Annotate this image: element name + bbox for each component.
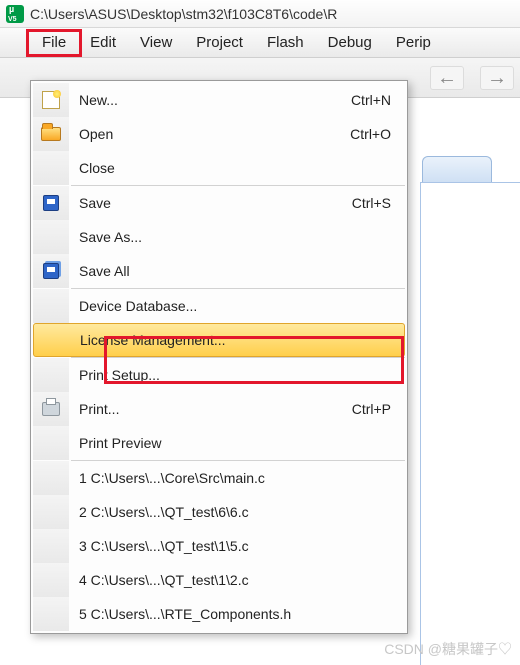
menuitem-print-setup[interactable]: Print Setup... [33, 358, 405, 392]
file-dropdown: New... Ctrl+N Open Ctrl+O Close Save Ctr… [30, 80, 408, 634]
menuitem-license-management[interactable]: License Management... [33, 323, 405, 357]
background-pane [412, 100, 520, 665]
menuitem-label: Save [69, 195, 352, 211]
menuitem-close[interactable]: Close [33, 151, 405, 185]
menuitem-label: Close [69, 160, 391, 176]
menuitem-label: License Management... [70, 332, 390, 348]
menuitem-recent-5[interactable]: 5 C:\Users\...\RTE_Components.h [33, 597, 405, 631]
save-icon [43, 195, 59, 211]
menuitem-shortcut: Ctrl+O [350, 126, 405, 142]
menuitem-label: Open [69, 126, 350, 142]
menuitem-print[interactable]: Print... Ctrl+P [33, 392, 405, 426]
menu-peripherals[interactable]: Perip [384, 30, 443, 55]
titlebar: C:\Users\ASUS\Desktop\stm32\f103C8T6\cod… [0, 0, 520, 28]
menu-flash[interactable]: Flash [255, 30, 316, 55]
menuitem-new[interactable]: New... Ctrl+N [33, 83, 405, 117]
app-icon [6, 5, 24, 23]
menuitem-label: Print... [69, 401, 352, 417]
menuitem-label: Save As... [69, 229, 391, 245]
editor-pane [420, 182, 520, 665]
toolbar-nav-group: ← → [430, 65, 514, 91]
menuitem-label: 4 C:\Users\...\QT_test\1\2.c [69, 572, 405, 588]
open-folder-icon [41, 127, 61, 141]
menuitem-label: Device Database... [69, 298, 391, 314]
nav-back-icon[interactable]: ← [430, 66, 464, 90]
watermark: CSDN @糖果罐子♡ [384, 639, 512, 659]
menuitem-label: Save All [69, 263, 391, 279]
menuitem-recent-2[interactable]: 2 C:\Users\...\QT_test\6\6.c [33, 495, 405, 529]
menuitem-open[interactable]: Open Ctrl+O [33, 117, 405, 151]
window-title: C:\Users\ASUS\Desktop\stm32\f103C8T6\cod… [30, 6, 337, 22]
menuitem-save-as[interactable]: Save As... [33, 220, 405, 254]
save-all-icon [43, 263, 59, 279]
menu-debug[interactable]: Debug [316, 30, 384, 55]
menuitem-label: Print Setup... [69, 367, 391, 383]
menuitem-device-database[interactable]: Device Database... [33, 289, 405, 323]
nav-forward-icon[interactable]: → [480, 66, 514, 90]
editor-tab[interactable] [422, 156, 492, 182]
menuitem-recent-1[interactable]: 1 C:\Users\...\Core\Src\main.c [33, 461, 405, 495]
menuitem-label: 1 C:\Users\...\Core\Src\main.c [69, 470, 405, 486]
menuitem-print-preview[interactable]: Print Preview [33, 426, 405, 460]
menu-edit[interactable]: Edit [78, 30, 128, 55]
menuitem-label: New... [69, 92, 351, 108]
print-icon [42, 402, 60, 416]
menuitem-label: 3 C:\Users\...\QT_test\1\5.c [69, 538, 405, 554]
menuitem-shortcut: Ctrl+P [352, 401, 405, 417]
menu-file[interactable]: File [30, 30, 78, 55]
menuitem-shortcut: Ctrl+S [352, 195, 405, 211]
menuitem-save-all[interactable]: Save All [33, 254, 405, 288]
menuitem-label: Print Preview [69, 435, 391, 451]
menu-project[interactable]: Project [184, 30, 255, 55]
menuitem-recent-4[interactable]: 4 C:\Users\...\QT_test\1\2.c [33, 563, 405, 597]
new-file-icon [42, 91, 60, 109]
menubar: File Edit View Project Flash Debug Perip [0, 28, 520, 58]
menuitem-save[interactable]: Save Ctrl+S [33, 186, 405, 220]
menu-view[interactable]: View [128, 30, 184, 55]
menuitem-recent-3[interactable]: 3 C:\Users\...\QT_test\1\5.c [33, 529, 405, 563]
menuitem-label: 2 C:\Users\...\QT_test\6\6.c [69, 504, 405, 520]
menuitem-shortcut: Ctrl+N [351, 92, 405, 108]
menuitem-label: 5 C:\Users\...\RTE_Components.h [69, 606, 405, 622]
